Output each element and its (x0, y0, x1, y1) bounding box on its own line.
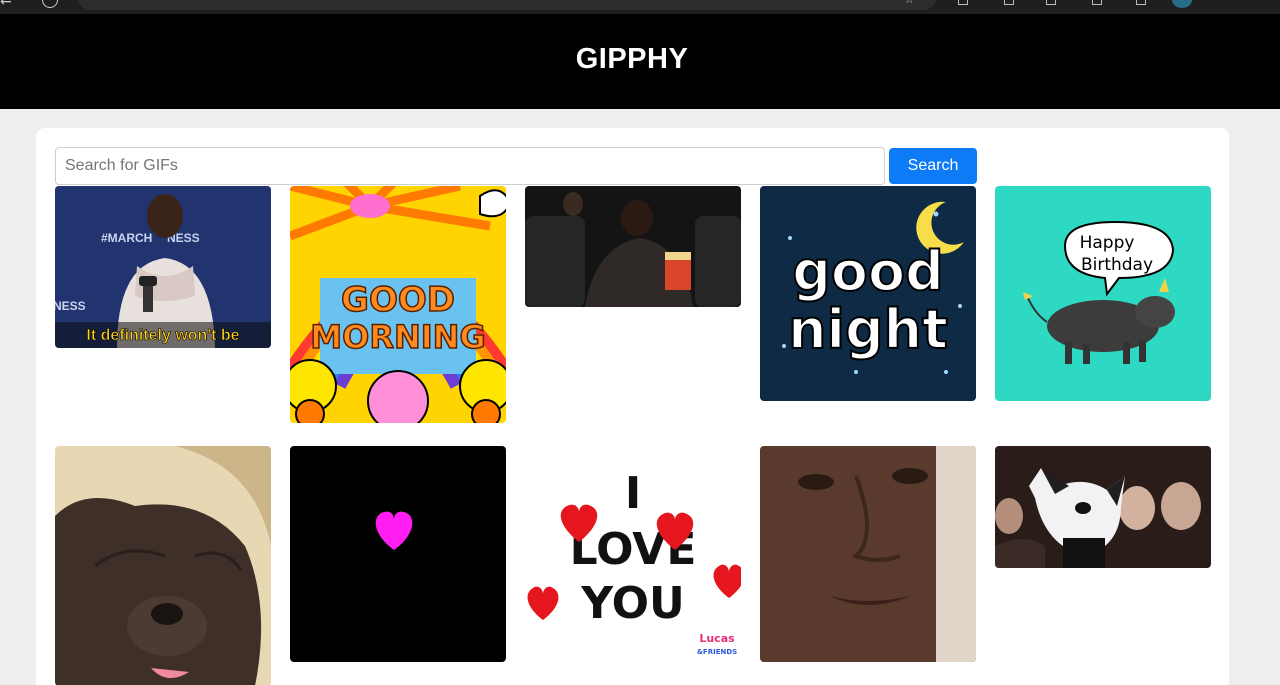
gif-caption: It definitely won't be (86, 327, 239, 344)
address-bar[interactable]: ☆ (78, 0, 936, 10)
app-header: GIPPHY (0, 14, 1280, 109)
backdrop-text: NESS (55, 299, 86, 313)
split-screen-icon[interactable] (1004, 0, 1014, 5)
content-card: Search #MARCH NESS NESS It definitely wo… (36, 128, 1229, 685)
gif-good-night-image: good night (760, 186, 976, 401)
gif-i-love-you[interactable]: I LOVE YOU Lucas &FRIENDS (525, 446, 741, 662)
search-button[interactable]: Search (889, 148, 977, 184)
extensions-icon[interactable] (958, 0, 968, 5)
media-icon[interactable] (1046, 0, 1056, 5)
gif-text-i: I (625, 468, 641, 519)
gif-text-good: good (792, 240, 944, 303)
gif-dog-audience-image (995, 446, 1211, 568)
gif-text-good: GOOD (341, 280, 455, 320)
bookmark-star-icon[interactable]: ☆ (904, 0, 915, 6)
gif-cinema-popcorn-image (525, 186, 741, 307)
gif-good-morning[interactable]: GOOD MORNING (290, 186, 506, 423)
gif-text-happy: Happy (1080, 233, 1135, 253)
collections-icon[interactable] (1092, 0, 1102, 5)
gif-happy-birthday-image: Happy Birthday (995, 186, 1211, 401)
gif-text-night: night (788, 298, 948, 361)
gif-text-morning: MORNING (310, 318, 485, 356)
gif-press-conference-image: #MARCH NESS NESS It definitely won't be (55, 186, 271, 348)
app-title: GIPPHY (575, 43, 689, 75)
gif-happy-birthday[interactable]: Happy Birthday (995, 186, 1211, 401)
gif-brand-logo: &FRIENDS (697, 648, 737, 656)
gif-brand-logo: Lucas (699, 632, 735, 645)
gif-good-night[interactable]: good night (760, 186, 976, 401)
backdrop-text: #MARCH (101, 231, 152, 245)
gif-sleeping-dog-image (55, 446, 271, 685)
site-info-icon[interactable] (42, 0, 58, 8)
downloads-icon[interactable] (1136, 0, 1146, 5)
gif-text-you: YOU (580, 578, 684, 629)
gif-man-closeup-image (760, 446, 976, 662)
gif-dog-audience[interactable] (995, 446, 1211, 568)
gif-man-closeup[interactable] (760, 446, 976, 662)
search-input[interactable] (55, 147, 885, 185)
browser-toolbar: ← ☆ (0, 0, 1280, 14)
gif-press-conference[interactable]: #MARCH NESS NESS It definitely won't be (55, 186, 271, 348)
back-arrow-icon[interactable]: ← (0, 0, 12, 10)
gif-pink-heart-image (290, 446, 506, 662)
gif-cinema-popcorn[interactable] (525, 186, 741, 307)
gif-text-birthday: Birthday (1081, 255, 1153, 275)
profile-avatar[interactable] (1172, 0, 1192, 8)
gif-sleeping-dog[interactable] (55, 446, 271, 685)
gif-pink-heart[interactable] (290, 446, 506, 662)
gif-good-morning-image: GOOD MORNING (290, 186, 506, 423)
gif-i-love-you-image: I LOVE YOU Lucas &FRIENDS (525, 446, 741, 662)
